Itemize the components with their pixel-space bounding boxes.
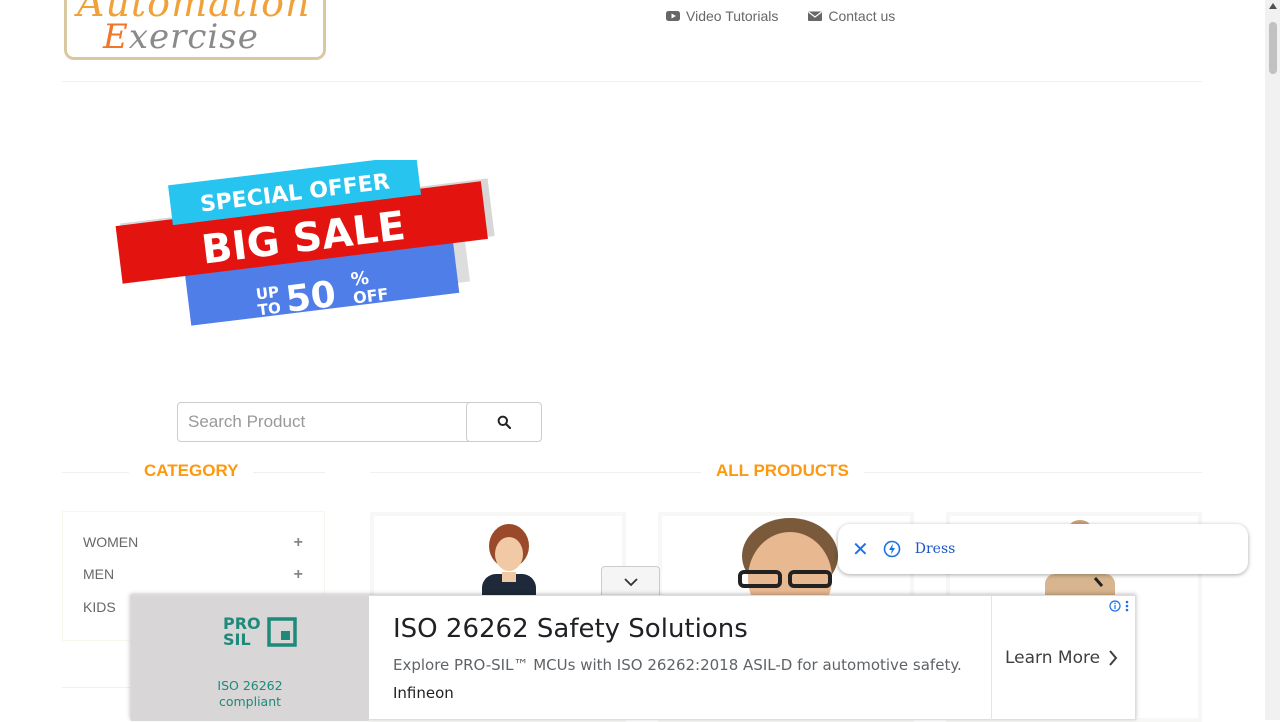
more-vertical-icon[interactable] [1125, 600, 1129, 612]
iso-badge-line1: ISO 26262 [217, 678, 283, 693]
square-logo-icon [266, 617, 297, 647]
ad-collapse-button[interactable] [601, 566, 660, 596]
category-item-label: WOMEN [83, 534, 139, 550]
banner-number: 50 [283, 274, 338, 321]
nav-video-tutorials-label: Video Tutorials [686, 8, 779, 24]
search-bar [177, 402, 542, 442]
top-nav: Video Tutorials Contact us [666, 8, 895, 24]
ad-image: PRO SIL ISO 26262 compliant [131, 596, 369, 721]
suggestion-label: Dress [914, 541, 956, 557]
category-item-men[interactable]: MEN + [83, 566, 303, 584]
iso-badge: ISO 26262 compliant [131, 678, 369, 710]
search-icon [497, 415, 511, 429]
search-suggestion-chip[interactable]: ✕ Dress [838, 524, 1248, 574]
ad-advertiser: Infineon [393, 684, 454, 702]
learn-more-label: Learn More [1005, 648, 1101, 668]
ad-info[interactable] [1109, 600, 1129, 612]
info-icon[interactable] [1109, 600, 1121, 612]
youtube-icon [666, 11, 680, 21]
site-logo[interactable]: Automation Exercise [64, 0, 326, 60]
lightning-icon [883, 540, 901, 558]
special-offer-banner: SPECIAL OFFER BIG SALE UP TO 50 % OFF [115, 160, 495, 326]
envelope-icon [808, 11, 823, 21]
all-products-title: ALL PRODUCTS [701, 461, 864, 481]
category-item-label: KIDS [83, 599, 116, 615]
learn-more-button[interactable]: Learn More [1005, 648, 1118, 668]
header-divider [62, 81, 1202, 82]
scroll-up-arrow-icon[interactable] [1269, 3, 1277, 9]
ad-title[interactable]: ISO 26262 Safety Solutions [393, 614, 748, 644]
page-scrollbar[interactable] [1265, 0, 1280, 720]
plus-icon[interactable]: + [294, 566, 303, 584]
nav-contact-us-label: Contact us [828, 8, 896, 24]
scrollbar-thumb[interactable] [1269, 22, 1277, 74]
prosil-logo: PRO SIL [223, 616, 297, 648]
plus-icon[interactable]: + [294, 534, 303, 552]
ad-description: Explore PRO-SIL™ MCUs with ISO 26262:201… [393, 656, 962, 674]
banner-to: TO [257, 299, 282, 320]
search-button[interactable] [466, 402, 542, 442]
category-item-label: MEN [83, 566, 115, 582]
chevron-right-icon [1109, 650, 1118, 666]
ad-divider [991, 596, 992, 721]
iso-badge-line2: compliant [218, 694, 282, 709]
logo-bottom-text: SIL [223, 630, 251, 649]
chevron-down-icon [623, 577, 638, 586]
category-item-women[interactable]: WOMEN + [83, 534, 303, 552]
ad-banner[interactable]: PRO SIL ISO 26262 compliant ISO 26262 Sa… [130, 595, 1136, 721]
nav-contact-us[interactable]: Contact us [808, 8, 895, 24]
nav-video-tutorials[interactable]: Video Tutorials [666, 8, 778, 24]
close-icon[interactable]: ✕ [852, 537, 869, 561]
category-title: CATEGORY [129, 461, 254, 481]
logo-text-line2: Exercise [103, 17, 259, 57]
banner-off: OFF [352, 284, 390, 307]
search-input[interactable] [177, 402, 469, 442]
